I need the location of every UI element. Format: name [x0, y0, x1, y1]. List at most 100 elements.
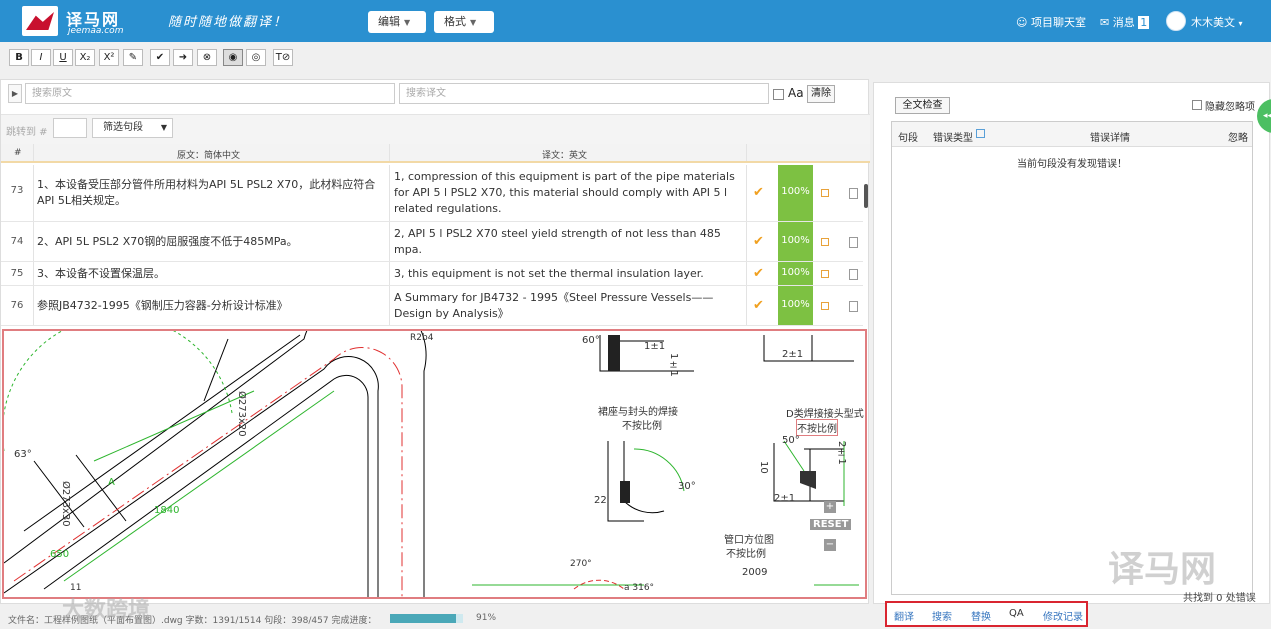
qa-panel: 全文检查 隐藏忽略项 句段 错误类型 错误详情 忽略 当前句段没有发现错误！ 共…: [873, 82, 1270, 604]
drawing-label: Ø273x20: [236, 391, 247, 437]
qa-col-error-detail: 错误详情: [1090, 133, 1130, 144]
divider: [389, 262, 390, 285]
italic-button[interactable]: I: [31, 49, 51, 66]
target-text[interactable]: A Summary for JB4732 - 1995《Steel Pressu…: [394, 290, 744, 322]
next-segment-icon[interactable]: ➜: [173, 49, 193, 66]
tab-translate[interactable]: 翻译: [894, 608, 914, 623]
tm-icon[interactable]: [821, 302, 829, 310]
drawing-preview[interactable]: R2b4 60° 1±1 1±1 Ø273x20 2±1 裙座与封头的焊接 不按…: [2, 329, 867, 599]
table-row[interactable]: 76 参照JB4732-1995《钢制压力容器-分析设计标准》 A Summar…: [1, 286, 863, 326]
qa-table: 句段 错误类型 错误详情 忽略 当前句段没有发现错误！: [891, 121, 1253, 595]
table-row[interactable]: 75 3、本设备不设置保温层。 3, this equipment is not…: [1, 262, 863, 286]
source-search-input[interactable]: 搜索原文: [25, 83, 395, 104]
tm-icon[interactable]: [821, 238, 829, 246]
tab-revision-history[interactable]: 修改记录: [1043, 608, 1083, 623]
source-text: 参照JB4732-1995《钢制压力容器-分析设计标准》: [37, 299, 288, 312]
chatroom-link[interactable]: ☺ 项目聊天室: [1016, 14, 1086, 30]
confirmed-check-icon[interactable]: ✔: [753, 185, 764, 200]
tab-qa[interactable]: QA: [1009, 608, 1024, 619]
avatar[interactable]: [1166, 11, 1186, 31]
match-case-checkbox[interactable]: [773, 89, 784, 100]
clear-format-icon[interactable]: ✎: [123, 49, 143, 66]
chatroom-label: 项目聊天室: [1030, 16, 1086, 29]
col-target-header: 译文：英文: [542, 151, 588, 161]
watermark-left: 大数跨境: [62, 598, 151, 623]
drawing-label: 管口方位图: [724, 535, 774, 546]
tm-icon[interactable]: [821, 189, 829, 197]
drawing-label: 2±1: [782, 349, 804, 360]
scrollbar-thumb[interactable]: [864, 184, 868, 208]
target-search-input[interactable]: 搜索译文: [399, 83, 769, 104]
comment-icon[interactable]: [849, 269, 858, 280]
match-percent: 100%: [781, 267, 810, 278]
subscript-button[interactable]: X₂: [75, 49, 95, 66]
format-toolbar: B I U X₂ X² ✎ ✔ ➜ ⊗ ◉ ◎ T⊘: [0, 42, 1271, 72]
filter-select[interactable]: 筛选句段 ▼: [92, 118, 173, 138]
jump-label: 跳转到 #: [6, 127, 48, 138]
comment-icon[interactable]: [849, 237, 858, 248]
clear-button[interactable]: 清除: [807, 85, 835, 103]
target-text[interactable]: 1, compression of this equipment is part…: [394, 169, 744, 217]
comment-icon[interactable]: [849, 301, 858, 312]
full-check-button[interactable]: 全文检查: [895, 97, 950, 114]
preview-eye-icon[interactable]: ◉: [223, 49, 243, 66]
comment-icon[interactable]: [849, 188, 858, 199]
table-row[interactable]: 74 2、API 5L PSL2 X70钢的屈服强度不低于485MPa。 2, …: [1, 222, 863, 262]
superscript-button[interactable]: X²: [99, 49, 119, 66]
cancel-icon[interactable]: ⊗: [197, 49, 217, 66]
expand-icon[interactable]: ▶: [8, 84, 22, 103]
drawing-label: 650: [50, 549, 70, 560]
hide-preview-icon[interactable]: ◎: [246, 49, 266, 66]
drawing-label: D类焊接接头型式: [786, 409, 864, 420]
hide-ignored-checkbox[interactable]: [1192, 100, 1202, 110]
target-text[interactable]: 2, API 5 l PSL2 X70 steel yield strength…: [394, 226, 744, 258]
col-source-header: 原文：简体中文: [177, 151, 241, 161]
message-count-badge: 1: [1138, 16, 1150, 29]
bold-button[interactable]: B: [9, 49, 29, 66]
target-text[interactable]: 3, this equipment is not set the thermal…: [394, 266, 744, 282]
user-menu[interactable]: 木木美文 ▾: [1191, 14, 1243, 30]
top-header: 译马网 jeemaa.com 随时随地做翻译！ 编辑 ▼ 格式 ▼ ☺ 项目聊天室 …: [0, 0, 1271, 42]
divider: [389, 165, 390, 221]
divider: [746, 222, 747, 261]
confirmed-check-icon[interactable]: ✔: [753, 266, 764, 281]
confirm-icon[interactable]: ✔: [150, 49, 170, 66]
tab-replace[interactable]: 替换: [971, 608, 991, 623]
progress-label: 91%: [476, 613, 497, 623]
filter-icon[interactable]: [976, 129, 985, 138]
format-menu[interactable]: 格式 ▼: [434, 11, 494, 33]
match-percent: 100%: [781, 186, 810, 197]
reset-button[interactable]: RESET: [810, 519, 852, 530]
slogan: 随时随地做翻译！: [168, 15, 289, 30]
jump-input[interactable]: [53, 118, 87, 138]
drawing-label: 不按比例: [622, 421, 662, 432]
watermark-right: 译马网: [1108, 549, 1217, 590]
confirmed-check-icon[interactable]: ✔: [753, 234, 764, 249]
table-row[interactable]: 73 1、本设备受压部分管件所用材料为API 5L PSL2 X70，此材料应符…: [1, 165, 863, 222]
match-case-label: Aa: [788, 86, 804, 100]
chevron-down-icon: ▾: [1238, 19, 1243, 28]
confirmed-check-icon[interactable]: ✔: [753, 298, 764, 313]
segment-number: 75: [10, 268, 24, 279]
underline-button[interactable]: U: [53, 49, 73, 66]
edit-menu[interactable]: 编辑 ▼: [368, 11, 426, 33]
segment-number: 76: [10, 300, 24, 311]
dropdown-arrow-icon: ▼: [160, 123, 167, 132]
progress-fill: [390, 614, 457, 623]
tab-search[interactable]: 搜索: [932, 608, 952, 623]
chat-icon: ☺: [1016, 16, 1028, 29]
brand-logo[interactable]: [22, 6, 58, 36]
tm-icon[interactable]: [821, 270, 829, 278]
drawing-label: 1±1: [644, 341, 666, 352]
match-percent: 100%: [781, 299, 810, 310]
qa-col-segment: 句段: [898, 133, 918, 144]
zoom-in-icon[interactable]: +: [824, 501, 836, 513]
zoom-out-icon[interactable]: −: [824, 539, 836, 551]
clear-tags-icon[interactable]: T⊘: [273, 49, 293, 66]
bottom-tabs: 翻译 搜索 替换 QA 修改记录: [885, 601, 1088, 627]
messages-link[interactable]: ✉ 消息 1: [1100, 14, 1150, 30]
divider: [33, 286, 34, 325]
drawing-label: a 316°: [624, 583, 655, 593]
horse-logo-icon: [26, 12, 54, 30]
brand-domain: jeemaa.com: [68, 26, 124, 36]
